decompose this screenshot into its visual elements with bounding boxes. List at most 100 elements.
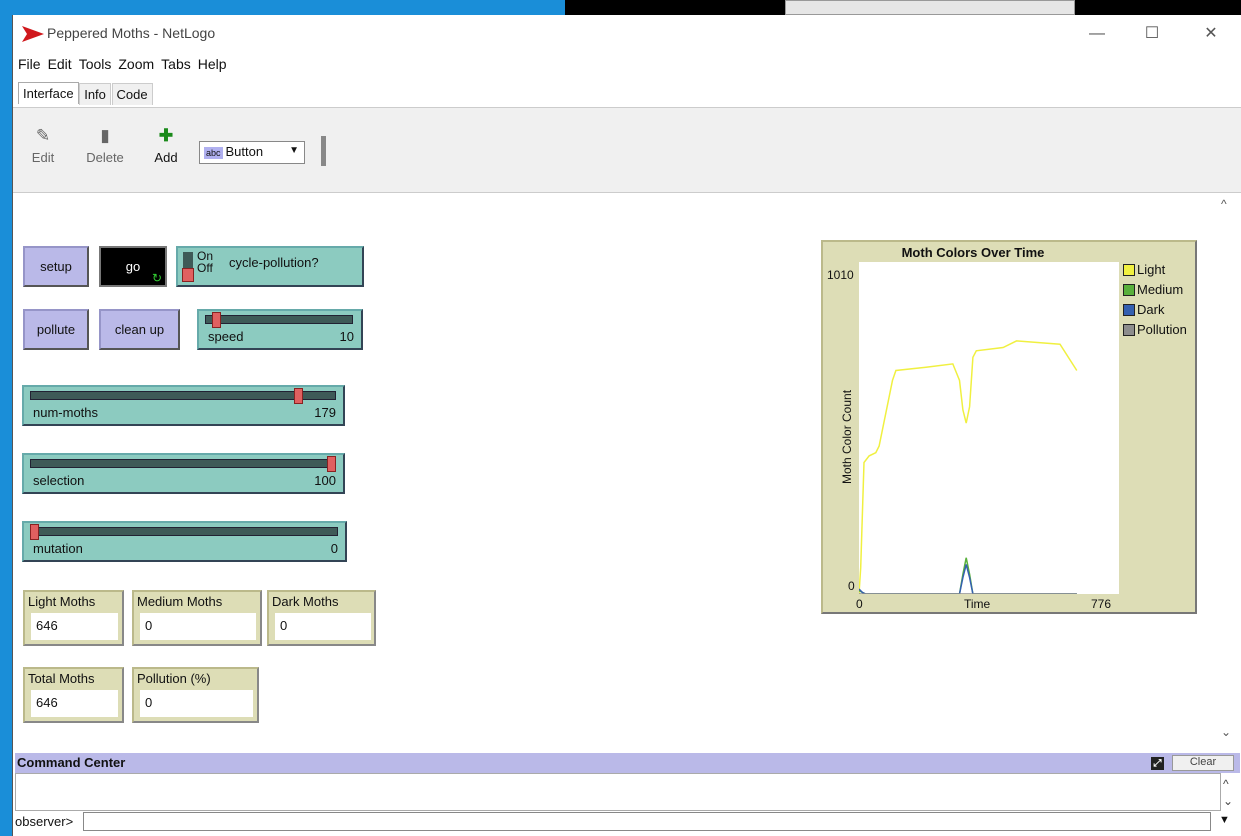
edit-label: Edit	[31, 150, 55, 165]
command-center-title: Command Center	[17, 755, 126, 770]
add-label: Add	[154, 150, 178, 165]
legend-label: Dark	[1137, 302, 1165, 317]
speed-slider[interactable]: speed 10	[197, 309, 363, 350]
monitor-value: 646	[31, 690, 118, 717]
edit-button[interactable]: ✎ Edit	[21, 126, 65, 165]
mutation-slider[interactable]: mutation 0	[22, 521, 347, 562]
switch-off-label: Off	[197, 261, 213, 275]
legend-swatch	[1123, 324, 1135, 336]
moth-colors-plot[interactable]: Moth Colors Over Time 1010 0 0 Time 776 …	[821, 240, 1197, 614]
legend-swatch	[1123, 264, 1135, 276]
chevron-down-icon: ▼	[289, 145, 299, 156]
series-line-light	[859, 340, 1078, 594]
minimize-icon[interactable]: —	[1077, 19, 1117, 49]
slider-knob[interactable]	[327, 456, 336, 472]
pollution-monitor: Pollution (%) 0	[132, 667, 259, 723]
slider-label: selection	[33, 473, 85, 488]
close-icon[interactable]: ✕	[1191, 19, 1231, 49]
title-bar: Peppered Moths - NetLogo — ☐ ✕	[13, 15, 1241, 53]
slider-knob[interactable]	[211, 312, 221, 328]
command-output[interactable]	[15, 773, 1221, 811]
button-widget-icon: abc	[204, 146, 223, 159]
series-line-medium	[859, 557, 1077, 594]
add-button[interactable]: ✚ Add	[144, 126, 188, 165]
selection-slider[interactable]: selection 100	[22, 453, 345, 494]
tab-interface[interactable]: Interface	[18, 82, 79, 104]
plot-ymin-label: 0	[848, 579, 855, 593]
num-moths-slider[interactable]: num-moths 179	[22, 385, 345, 426]
plot-ylabel: Moth Color Count	[840, 389, 854, 484]
command-input-row: observer> ▼	[15, 812, 1240, 832]
plot-area	[859, 262, 1119, 594]
dark-moths-monitor: Dark Moths 0	[267, 590, 376, 646]
legend-dark: Dark	[1123, 302, 1164, 317]
delete-button[interactable]: ▮ Delete	[83, 126, 127, 165]
menu-bar: File Edit Tools Zoom Tabs Help	[13, 54, 1241, 76]
go-button[interactable]: go ↻	[99, 246, 167, 287]
tab-bar: Interface Info Code	[18, 82, 153, 107]
interface-canvas: setup go ↻ On Off cycle-pollution? pollu…	[15, 195, 1215, 744]
scroll-up-icon[interactable]: ^	[1221, 197, 1227, 211]
series-line-dark	[859, 564, 1077, 594]
command-center-header: Command Center ⤢ Clear	[15, 753, 1240, 773]
menu-tools[interactable]: Tools	[77, 54, 114, 74]
toolbar-separator	[321, 136, 326, 166]
output-scroll-up-icon[interactable]: ^	[1223, 777, 1229, 791]
slider-track	[205, 315, 353, 324]
legend-swatch	[1123, 284, 1135, 296]
menu-edit[interactable]: Edit	[46, 54, 74, 74]
slider-label: speed	[208, 329, 244, 344]
monitor-label: Dark Moths	[272, 594, 339, 609]
menu-file[interactable]: File	[16, 54, 43, 74]
window-title: Peppered Moths - NetLogo	[47, 25, 216, 41]
observer-prompt[interactable]: observer>	[15, 814, 73, 829]
menu-tabs[interactable]: Tabs	[159, 54, 193, 74]
clean-up-button[interactable]: clean up	[99, 309, 180, 350]
monitor-value: 0	[140, 690, 253, 717]
slider-value: 0	[330, 541, 338, 556]
monitor-label: Medium Moths	[137, 594, 223, 609]
monitor-label: Total Moths	[28, 671, 95, 686]
desktop-thumbnail	[785, 0, 1075, 15]
expand-icon[interactable]: ⤢	[1151, 757, 1164, 770]
widget-type-dropdown[interactable]: abc Button ▼	[199, 141, 305, 164]
go-label: go	[125, 259, 141, 274]
legend-light: Light	[1123, 262, 1165, 277]
cycle-pollution-switch[interactable]: On Off cycle-pollution?	[176, 246, 364, 287]
widget-type-value: Button	[225, 144, 264, 159]
clear-button[interactable]: Clear	[1172, 755, 1234, 771]
setup-button[interactable]: setup	[23, 246, 89, 287]
maximize-icon[interactable]: ☐	[1132, 19, 1172, 49]
monitor-label: Light Moths	[28, 594, 96, 609]
pollute-button[interactable]: pollute	[23, 309, 89, 350]
switch-knob	[182, 268, 194, 282]
scroll-down-icon[interactable]: ⌄	[1221, 725, 1231, 739]
light-moths-monitor: Light Moths 646	[23, 590, 124, 646]
slider-label: mutation	[33, 541, 83, 556]
prompt-dropdown-icon[interactable]: ▼	[1219, 814, 1230, 826]
tab-info[interactable]: Info	[79, 83, 111, 105]
plot-xmin-label: 0	[856, 597, 863, 611]
menu-zoom[interactable]: Zoom	[116, 54, 156, 74]
slider-knob[interactable]	[294, 388, 304, 404]
command-input[interactable]	[83, 812, 1211, 831]
slider-value: 100	[314, 473, 336, 488]
slider-track	[30, 459, 336, 468]
legend-label: Medium	[1137, 282, 1184, 297]
monitor-value: 0	[140, 613, 256, 640]
switch-label: cycle-pollution?	[229, 255, 319, 270]
output-scroll-down-icon[interactable]: ⌄	[1223, 794, 1233, 808]
legend-medium: Medium	[1123, 282, 1183, 297]
interface-toolbar: ✎ Edit ▮ Delete ✚ Add abc Button ▼	[13, 107, 1241, 193]
netlogo-logo-icon	[22, 26, 44, 42]
tab-code[interactable]: Code	[111, 83, 153, 105]
plot-ymax-label: 1010	[827, 268, 854, 282]
total-moths-monitor: Total Moths 646	[23, 667, 124, 723]
pencil-icon: ✎	[35, 126, 51, 145]
slider-knob[interactable]	[30, 524, 39, 540]
legend-pollution: Pollution	[1123, 322, 1187, 337]
slider-value: 10	[339, 329, 354, 344]
interface-scrollbar[interactable]: ^ ⌄	[1217, 195, 1239, 744]
medium-moths-monitor: Medium Moths 0	[132, 590, 262, 646]
menu-help[interactable]: Help	[196, 54, 229, 74]
